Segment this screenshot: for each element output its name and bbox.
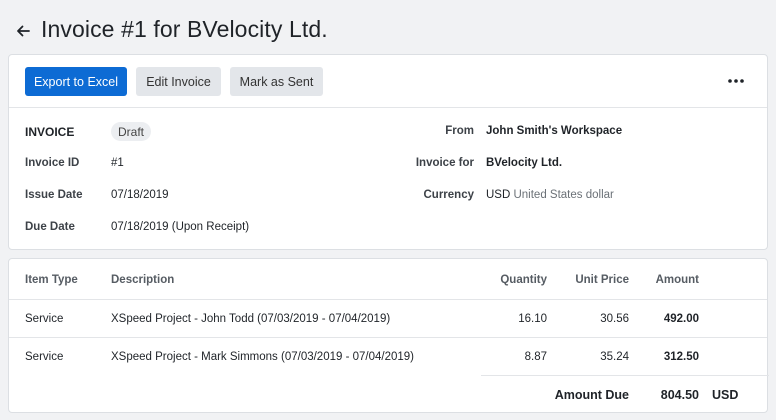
invoice-id-label: Invoice ID (25, 157, 80, 169)
line-items-card: Item Type Description Quantity Unit Pric… (8, 258, 769, 413)
from-value: John Smith's Workspace (486, 125, 623, 137)
total-divider (481, 375, 769, 376)
amount-due-label: Amount Due (554, 388, 629, 402)
mark-as-sent-button[interactable]: Mark as Sent (230, 67, 323, 96)
currency-code: USD (486, 189, 511, 201)
edit-invoice-button[interactable]: Edit Invoice (136, 67, 221, 96)
row-2-item-type: Service (25, 351, 64, 363)
column-header-unit-price: Unit Price (575, 274, 629, 286)
column-header-quantity: Quantity (500, 274, 547, 286)
currency-name: United States dollar (513, 189, 614, 201)
currency-label: Currency (423, 189, 475, 201)
invoice-details-card: Export to Excel Edit Invoice Mark as Sen… (8, 54, 768, 250)
invoice-id-value: #1 (111, 157, 124, 169)
row-2-unit-price: 35.24 (600, 351, 629, 363)
row-1-quantity: 16.10 (518, 313, 547, 325)
export-to-excel-button[interactable]: Export to Excel (25, 67, 127, 96)
row-2-quantity: 8.87 (524, 351, 547, 363)
column-header-amount: Amount (655, 274, 699, 286)
row-2-amount: 312.50 (663, 351, 699, 363)
row-2-description: XSpeed Project - Mark Simmons (07/03/201… (111, 351, 414, 363)
issue-date-value: 07/18/2019 (111, 189, 169, 201)
invoice-heading: INVOICE (25, 125, 75, 139)
invoice-toolbar: Export to Excel Edit Invoice Mark as Sen… (9, 55, 767, 108)
amount-due-currency: USD (712, 388, 739, 402)
invoice-for-value: BVelocity Ltd. (486, 157, 563, 169)
row-1-description: XSpeed Project - John Todd (07/03/2019 -… (111, 313, 391, 325)
more-horizontal-icon[interactable] (727, 75, 745, 87)
page-header: Invoice #1 for BVelocity Ltd. (0, 0, 776, 56)
row-divider (9, 299, 767, 300)
page-title: Invoice #1 for BVelocity Ltd. (41, 16, 328, 42)
row-1-item-type: Service (25, 313, 64, 325)
issue-date-label: Issue Date (25, 189, 83, 201)
row-1-amount: 492.00 (663, 313, 699, 325)
back-arrow-icon[interactable] (14, 22, 32, 40)
row-1-unit-price: 30.56 (600, 313, 629, 325)
column-header-item-type: Item Type (25, 274, 78, 286)
row-divider (9, 337, 767, 338)
amount-due-value: 804.50 (660, 388, 699, 402)
invoice-for-label: Invoice for (415, 157, 474, 169)
due-date-label: Due Date (25, 221, 75, 233)
status-badge: Draft (111, 122, 152, 141)
from-label: From (445, 125, 474, 137)
currency-value: USD United States dollar (486, 189, 614, 201)
column-header-description: Description (111, 274, 175, 286)
due-date-value: 07/18/2019 (Upon Receipt) (111, 221, 250, 233)
